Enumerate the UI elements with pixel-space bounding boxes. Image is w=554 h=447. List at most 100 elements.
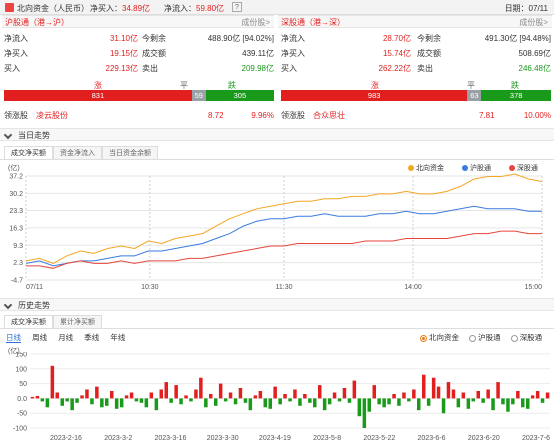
history-chart[interactable]: 150 100 50 0.0 -50 -100 2023-2-16 2023-3-2 2023-…	[0, 352, 554, 446]
tab-net-buy[interactable]: 成交净买额	[4, 146, 53, 159]
sh-leader-pct: 9.96%	[251, 111, 274, 120]
history-title: 历史走势	[18, 301, 50, 310]
tab-balance[interactable]: 当日资金余额	[102, 146, 158, 159]
x-tick-label: 07/11	[26, 284, 43, 291]
radio-sz[interactable]: 深股通	[520, 333, 543, 342]
sz-label: 成交额	[417, 49, 441, 58]
bar	[521, 398, 525, 408]
x-tick-label: 2023-4-19	[259, 435, 291, 442]
bar	[194, 389, 198, 399]
sh-row-3: 买入 229.13亿 卖出 209.98亿	[4, 61, 274, 76]
sz-leader-name[interactable]: 合众思壮	[313, 108, 345, 123]
help-icon[interactable]: ?	[232, 2, 242, 12]
bar	[184, 395, 188, 399]
period-week[interactable]: 周线	[32, 333, 47, 342]
bar	[85, 389, 89, 399]
history-header: 历史走势	[0, 298, 554, 311]
top-title: 北向资金（人民币）	[17, 4, 89, 13]
y-tick-label: 50	[19, 381, 27, 388]
sh-title[interactable]: 沪股通（港→沪）	[5, 17, 69, 28]
bar	[461, 392, 466, 399]
bar	[362, 398, 367, 428]
bar	[313, 398, 317, 408]
collapse-icon[interactable]	[3, 130, 13, 140]
x-tick-label: 2023-7-6	[522, 435, 550, 442]
sh-value: 31.10亿	[109, 34, 138, 43]
sh-leader-name[interactable]: 凌云股份	[36, 108, 68, 123]
bar	[481, 398, 485, 403]
sz-title[interactable]: 深股通（港→深）	[281, 17, 345, 28]
bar	[412, 389, 416, 399]
sh-constituents-link[interactable]: 成份股>	[241, 17, 270, 28]
y-tick-label: 2.3	[13, 260, 23, 267]
bar	[530, 395, 535, 399]
collapse-icon[interactable]	[3, 300, 13, 310]
date-label: 日期：07/11	[504, 4, 548, 13]
sz-label: 净流入	[281, 34, 305, 43]
bar	[545, 392, 550, 399]
sz-leader-label: 领涨股	[281, 111, 305, 120]
bar	[298, 398, 302, 406]
bar	[129, 392, 134, 399]
bar	[511, 398, 515, 405]
radio-sh-icon[interactable]	[469, 334, 477, 342]
bar	[218, 383, 223, 399]
bar	[35, 396, 40, 399]
sh-label: 今剩余	[142, 34, 166, 43]
bar	[95, 386, 99, 399]
tab-cumulative[interactable]: 累计净买额	[53, 315, 102, 328]
period-day[interactable]: 日线	[6, 333, 21, 343]
radio-north-icon[interactable]	[420, 334, 427, 342]
sz-stats: 净流入 28.70亿 今剩余 491.30亿 [94.48%] 净买入 15.7…	[281, 31, 551, 76]
intraday-tabs: 成交净买额 资金净流入 当日资金余额	[4, 146, 158, 159]
intraday-header: 当日走势	[0, 128, 554, 141]
intraday-chart[interactable]: -4.7 2.3 9.3 16.3 23.3 30.2 37.2 07/11 10:30 11:3…	[0, 170, 554, 292]
bar	[159, 389, 163, 399]
sh-leader-label: 领涨股	[4, 111, 28, 120]
sz-leader-pct: 10.00%	[523, 111, 551, 120]
sz-breadth: 涨 平 跌 983 63 378	[281, 80, 551, 101]
period-month[interactable]: 月线	[58, 333, 73, 342]
bar	[540, 398, 545, 403]
net-buy-value: 34.89亿	[122, 4, 151, 13]
bar	[233, 398, 238, 405]
x-tick-label: 2023-6-6	[418, 435, 446, 442]
sz-value: 28.70亿	[382, 34, 411, 43]
bar	[476, 391, 480, 399]
tab-net-inflow[interactable]: 资金净流入	[53, 146, 102, 159]
sh-label: 成交额	[142, 49, 166, 58]
bar	[258, 391, 263, 399]
history-tabs: 成交净买额 累计净买额	[4, 315, 102, 328]
y-tick-label: 23.3	[9, 208, 23, 215]
sh-breadth: 涨 平 跌 831 59 305	[4, 80, 274, 101]
x-tick-label: 2023-5-8	[313, 435, 341, 442]
sz-leader-price: 7.81	[479, 111, 495, 120]
sz-row-1: 净流入 28.70亿 今剩余 491.30亿 [94.48%]	[281, 31, 551, 46]
sz-label: 卖出	[417, 64, 433, 73]
period-year[interactable]: 年线	[110, 333, 125, 342]
bar	[318, 385, 322, 399]
bar	[278, 398, 282, 405]
x-tick-label: 14:00	[404, 284, 422, 291]
sh-value: 488.90亿 [94.02%]	[207, 34, 274, 43]
tab-net-buy-history[interactable]: 成交净买额	[4, 315, 53, 328]
sz-constituents-link[interactable]: 成份股>	[519, 17, 548, 28]
y-tick-label: 9.3	[13, 243, 23, 250]
bar	[169, 398, 173, 403]
bar	[283, 394, 287, 399]
sz-value: 262.22亿	[378, 64, 411, 73]
radio-sz-icon[interactable]	[510, 334, 518, 342]
bar	[149, 392, 154, 399]
bar	[209, 394, 213, 399]
bar	[382, 398, 386, 408]
radio-sh[interactable]: 沪股通	[478, 333, 501, 342]
bar	[535, 391, 540, 399]
x-tick-label: 2023-3-30	[207, 435, 239, 442]
y-tick-label: -100	[13, 426, 27, 433]
sh-stats: 净流入 31.10亿 今剩余 488.90亿 [94.02%] 净买入 19.1…	[4, 31, 274, 76]
radio-north[interactable]: 北向资金	[429, 333, 459, 342]
sz-flat-bar: 63	[467, 90, 482, 101]
bar	[466, 398, 471, 409]
period-quarter[interactable]: 季线	[84, 333, 99, 342]
bar	[105, 398, 109, 406]
